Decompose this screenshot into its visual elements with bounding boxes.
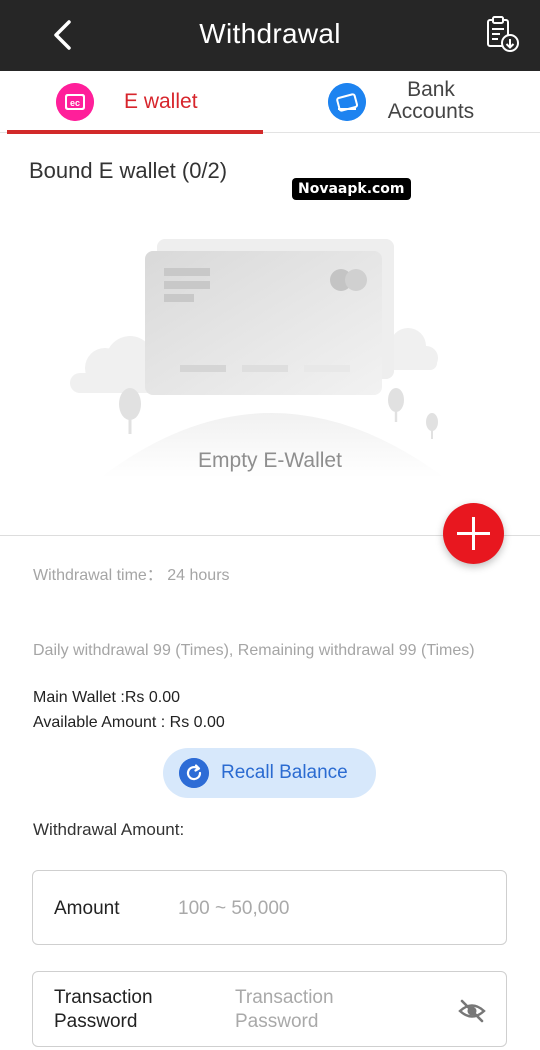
refresh-icon xyxy=(179,758,209,788)
amount-label: Amount xyxy=(54,898,120,919)
bound-e-wallet-title: Bound E wallet (0/2) xyxy=(29,158,228,183)
app-header: Withdrawal xyxy=(0,0,540,71)
watermark-badge: Novaapk.com xyxy=(292,178,411,200)
active-tab-indicator xyxy=(7,130,263,134)
password-label-line1: Transaction xyxy=(54,987,153,1008)
tab-bank-accounts[interactable]: Bank Accounts xyxy=(270,71,540,133)
amount-input[interactable]: 100 ~ 50,000 xyxy=(178,898,289,920)
password-label-line2: Password xyxy=(54,1011,138,1032)
recall-balance-label: Recall Balance xyxy=(221,762,348,783)
tab-bank-label-line1: Bank xyxy=(407,78,455,101)
password-placeholder-line1: Transaction xyxy=(235,987,334,1008)
main-wallet-text: Main Wallet :Rs 0.00 xyxy=(33,689,181,706)
available-amount-text: Available Amount : Rs 0.00 xyxy=(33,714,225,731)
tab-e-wallet-label: E wallet xyxy=(124,90,198,113)
amount-field[interactable]: Amount 100 ~ 50,000 xyxy=(32,870,507,945)
wallet-tabs: ec E wallet Bank Accounts xyxy=(0,71,540,134)
tab-bank-label-line2: Accounts xyxy=(387,100,475,123)
bank-card-icon xyxy=(328,83,366,121)
withdrawal-amount-title: Withdrawal Amount: xyxy=(33,820,185,839)
transaction-password-label: Transaction Password xyxy=(54,986,194,1034)
page-title: Withdrawal xyxy=(199,18,341,49)
transaction-password-input[interactable]: Transaction Password xyxy=(235,986,395,1034)
empty-wallet-label: Empty E-Wallet xyxy=(198,449,342,472)
daily-withdrawal-text: Daily withdrawal 99 (Times), Remaining w… xyxy=(33,642,475,659)
e-wallet-icon: ec xyxy=(56,83,94,121)
tab-bank-accounts-label: Bank Accounts xyxy=(378,79,484,123)
clipboard-download-icon[interactable] xyxy=(482,14,522,54)
recall-balance-button[interactable]: Recall Balance xyxy=(163,748,376,798)
svg-text:ec: ec xyxy=(70,98,80,108)
transaction-password-field[interactable]: Transaction Password Transaction Password xyxy=(32,971,507,1047)
password-placeholder-line2: Password xyxy=(235,1011,319,1032)
tab-e-wallet[interactable]: ec E wallet xyxy=(0,71,270,134)
add-e-wallet-button[interactable] xyxy=(443,503,504,564)
withdrawal-time-text: Withdrawal time： 24 hours xyxy=(33,567,230,584)
eye-off-icon[interactable] xyxy=(457,996,487,1026)
